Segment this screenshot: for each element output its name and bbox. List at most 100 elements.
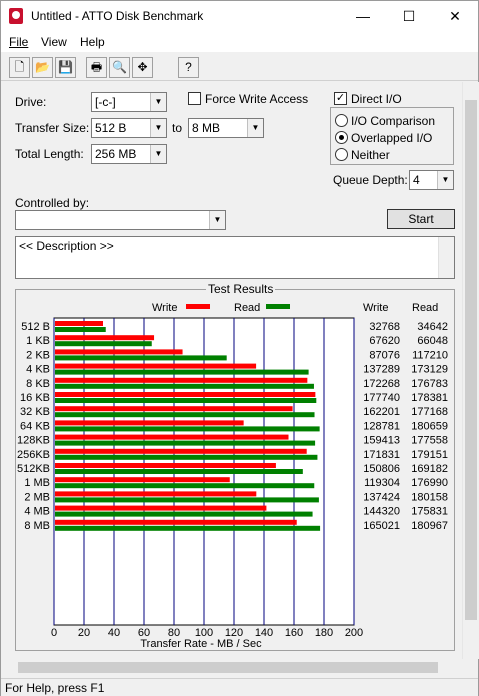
controlled-by-select[interactable]: ▼: [15, 210, 226, 230]
menu-view[interactable]: View: [41, 35, 67, 49]
read-bar: [55, 525, 321, 531]
test-results-title: Test Results: [206, 282, 276, 296]
app-icon: [9, 8, 23, 24]
category-label: 4 MB: [24, 506, 50, 518]
read-bar: [55, 426, 320, 432]
horizontal-scrollbar[interactable]: [1, 659, 462, 676]
move-icon[interactable]: ✥: [132, 57, 153, 78]
chevron-down-icon[interactable]: ▼: [150, 93, 166, 111]
write-bar: [55, 349, 183, 355]
force-write-checkbox[interactable]: [188, 92, 201, 105]
write-value: 150806: [363, 463, 400, 475]
transfer-size-to-select[interactable]: 8 MB ▼: [188, 118, 264, 138]
read-value: 176783: [411, 378, 448, 390]
write-value: 165021: [363, 520, 400, 532]
write-bar: [55, 434, 289, 440]
menu-file[interactable]: File: [9, 35, 28, 49]
vertical-scrollbar[interactable]: [462, 82, 479, 659]
drive-select[interactable]: [-c-] ▼: [91, 92, 167, 112]
read-value: 180659: [411, 420, 448, 432]
category-label: 256KB: [17, 449, 50, 461]
maximize-button[interactable]: ☐: [386, 1, 432, 31]
read-value: 175831: [411, 506, 448, 518]
print-preview-icon[interactable]: 🔍: [109, 57, 130, 78]
chevron-down-icon[interactable]: ▼: [150, 145, 166, 163]
total-length-select[interactable]: 256 MB ▼: [91, 144, 167, 164]
write-bar: [55, 406, 293, 412]
test-results-panel: Test Results Write Read Write Read 0 20 40…: [15, 282, 455, 651]
write-bar: [55, 491, 257, 497]
write-value: 67620: [369, 335, 400, 347]
write-value: 159413: [363, 435, 400, 447]
write-value: 87076: [369, 349, 400, 361]
category-label: 512KB: [17, 463, 50, 475]
write-value: 119304: [364, 477, 400, 489]
save-icon[interactable]: 💾: [55, 57, 76, 78]
context-help-icon[interactable]: ?: [178, 57, 199, 78]
chevron-down-icon[interactable]: ▼: [247, 119, 263, 137]
description-textarea[interactable]: << Description >>: [15, 236, 455, 279]
read-bar: [55, 454, 318, 460]
category-label: 32 KB: [20, 406, 50, 418]
write-value: 172268: [363, 378, 400, 390]
drive-value: [-c-]: [95, 95, 116, 109]
x-axis-label: Transfer Rate - MB / Sec: [140, 638, 262, 650]
title-bar[interactable]: Untitled - ATTO Disk Benchmark — ☐ ✕: [1, 1, 478, 32]
legend-write-swatch: [186, 304, 210, 309]
write-bar: [55, 363, 257, 369]
minimize-button[interactable]: —: [340, 1, 386, 31]
read-value: 176990: [411, 477, 448, 489]
transfer-size-from-value: 512 B: [95, 121, 127, 135]
force-write-label[interactable]: Force Write Access: [205, 92, 308, 106]
vertical-scroll-thumb[interactable]: [465, 100, 477, 620]
description-scrollbar[interactable]: [438, 237, 454, 278]
chevron-down-icon[interactable]: ▼: [209, 211, 225, 229]
io-comparison-label[interactable]: I/O Comparison: [351, 114, 435, 128]
start-button[interactable]: Start: [387, 209, 455, 229]
read-bar: [55, 412, 315, 418]
overlapped-io-radio[interactable]: [335, 131, 348, 144]
category-label: 4 KB: [26, 364, 50, 376]
chevron-down-icon[interactable]: ▼: [150, 119, 166, 137]
read-value: 180967: [411, 520, 448, 532]
direct-io-checkbox[interactable]: ✓: [334, 92, 347, 105]
neither-label[interactable]: Neither: [351, 148, 390, 162]
status-text: For Help, press F1: [5, 681, 105, 695]
transfer-size-from-select[interactable]: 512 B ▼: [91, 118, 167, 138]
new-file-icon[interactable]: 🗋: [9, 57, 30, 78]
category-label: 8 KB: [26, 378, 50, 390]
queue-depth-value: 4: [413, 173, 420, 187]
read-value: 178381: [411, 392, 448, 404]
direct-io-label[interactable]: Direct I/O: [351, 92, 402, 106]
neither-radio[interactable]: [335, 148, 348, 161]
io-comparison-radio[interactable]: [335, 114, 348, 127]
close-button[interactable]: ✕: [432, 1, 478, 31]
read-bar: [55, 483, 315, 489]
category-label: 2 MB: [24, 491, 50, 503]
overlapped-io-label[interactable]: Overlapped I/O: [351, 131, 432, 145]
read-value: 180158: [411, 491, 448, 503]
write-value: 32768: [369, 321, 400, 333]
chevron-down-icon[interactable]: ▼: [437, 171, 453, 189]
queue-depth-select[interactable]: 4 ▼: [409, 170, 454, 190]
write-bar: [55, 392, 316, 397]
read-value: 177558: [411, 435, 448, 447]
print-icon[interactable]: 🖶: [86, 57, 107, 78]
write-bar: [55, 505, 267, 511]
category-label: 8 MB: [24, 520, 50, 532]
write-bar: [55, 335, 155, 341]
legend-read-swatch: [266, 304, 290, 309]
queue-depth-label: Queue Depth:: [333, 173, 408, 187]
write-bar: [55, 377, 308, 383]
category-label: 64 KB: [20, 420, 50, 432]
horizontal-scroll-thumb[interactable]: [18, 662, 438, 673]
open-folder-icon[interactable]: 📂: [32, 57, 53, 78]
menu-help[interactable]: Help: [80, 35, 105, 49]
read-column-header: Read: [412, 302, 438, 314]
controlled-by-label: Controlled by:: [15, 196, 90, 210]
write-bar: [55, 321, 103, 326]
category-label: 16 KB: [20, 392, 50, 404]
legend-write-label: Write: [152, 302, 177, 314]
transfer-to-label: to: [172, 121, 183, 135]
status-bar: For Help, press F1: [1, 678, 478, 696]
